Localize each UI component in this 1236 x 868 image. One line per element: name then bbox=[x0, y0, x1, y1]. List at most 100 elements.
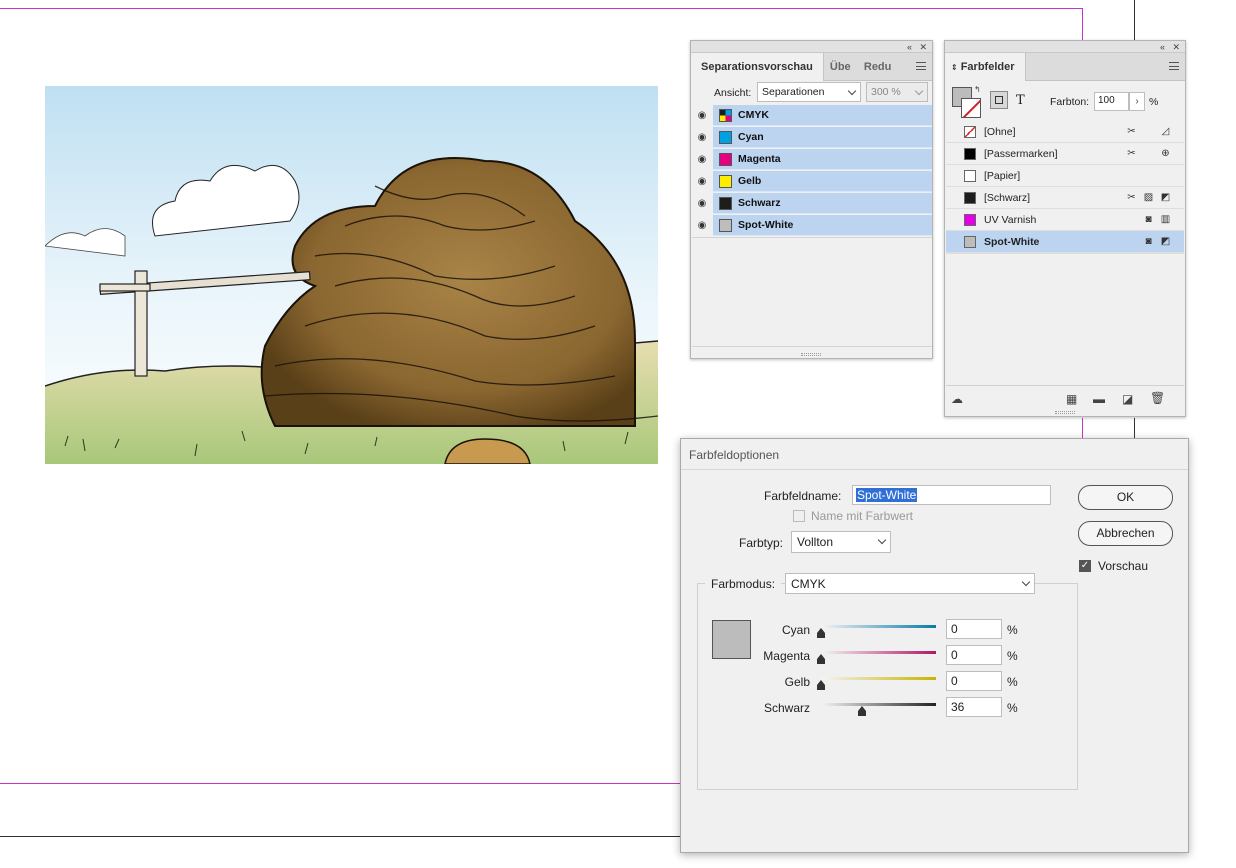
stroke-swatch[interactable] bbox=[961, 98, 981, 118]
preview-label: Vorschau bbox=[1098, 559, 1149, 573]
close-icon[interactable]: ✕ bbox=[919, 41, 927, 53]
channel-slider-thumb[interactable] bbox=[858, 706, 867, 716]
swap-icon[interactable]: ↰ bbox=[974, 85, 981, 94]
swatch-name-selected-text: Spot-White bbox=[856, 488, 918, 502]
separation-row[interactable]: ◉ CMYK bbox=[692, 105, 932, 127]
swatch-row[interactable]: [Papier] bbox=[946, 165, 1184, 187]
channel-slider-track[interactable] bbox=[821, 703, 936, 706]
swatch-row[interactable]: Spot-White ◙ ◩ bbox=[946, 231, 1184, 253]
tint-input[interactable]: 100 bbox=[1094, 92, 1129, 111]
channel-value-input[interactable]: 36 bbox=[946, 697, 1002, 717]
channel-label: Magenta bbox=[763, 649, 810, 663]
swatch-list-empty-area bbox=[946, 253, 1184, 386]
separation-cell: Spot-White bbox=[713, 215, 932, 236]
tint-stepper-button[interactable]: › bbox=[1129, 92, 1145, 111]
color-mode-select[interactable]: CMYK bbox=[785, 573, 1035, 594]
channel-value-input[interactable]: 0 bbox=[946, 619, 1002, 639]
panel-menu-icon[interactable] bbox=[916, 62, 926, 70]
separation-row[interactable]: ◉ Spot-White bbox=[692, 215, 932, 237]
new-swatch-icon[interactable]: ◪ bbox=[1122, 392, 1133, 406]
swatch-row[interactable]: [Passermarken] ✂ ⊕ bbox=[946, 143, 1184, 165]
separation-label: Gelb bbox=[738, 175, 762, 187]
separation-row[interactable]: ◉ Cyan bbox=[692, 127, 932, 149]
swatch-row[interactable]: [Ohne] ✂ ◿ bbox=[946, 121, 1184, 143]
channel-slider-track[interactable] bbox=[821, 677, 936, 680]
page-edge-right-lower bbox=[1134, 418, 1135, 440]
separation-cell: CMYK bbox=[713, 105, 932, 126]
format-container-icon[interactable] bbox=[990, 91, 1008, 109]
margin-guide-top bbox=[0, 8, 1083, 9]
color-type-select[interactable]: Vollton bbox=[791, 531, 891, 553]
separation-row[interactable]: ◉ Magenta bbox=[692, 149, 932, 171]
channel-unit: % bbox=[1007, 623, 1018, 637]
separation-color-chip bbox=[719, 197, 732, 210]
swatch-name-input[interactable]: Spot-White bbox=[852, 485, 1051, 505]
channel-slider-thumb[interactable] bbox=[817, 680, 825, 690]
separation-color-chip bbox=[719, 219, 732, 232]
panel-titlebar[interactable]: « ✕ bbox=[691, 41, 932, 53]
separation-label: Schwarz bbox=[738, 197, 781, 209]
panel-titlebar[interactable]: « ✕ bbox=[945, 41, 1185, 53]
channel-slider-thumb[interactable] bbox=[817, 628, 825, 638]
zoom-select[interactable]: 300 % bbox=[866, 82, 928, 102]
preview-checkbox[interactable]: ✓ bbox=[1079, 560, 1091, 572]
tab-separations-preview[interactable]: Separationsvorschau bbox=[691, 53, 824, 81]
page-edge-bottom bbox=[0, 836, 681, 837]
name-with-value-checkbox[interactable] bbox=[793, 510, 805, 522]
format-text-icon[interactable]: T bbox=[1016, 93, 1025, 108]
channel-slider-track[interactable] bbox=[821, 651, 936, 654]
swatch-label: [Papier] bbox=[984, 170, 1021, 182]
tab-overprint[interactable]: Übe bbox=[824, 53, 858, 81]
color-mode-group bbox=[697, 583, 1078, 790]
separation-label: Magenta bbox=[738, 153, 781, 165]
channel-value-input[interactable]: 0 bbox=[946, 671, 1002, 691]
tab-swatches[interactable]: ⇕ Farbfelder bbox=[945, 53, 1026, 81]
cloud-library-icon[interactable]: ☁ bbox=[951, 392, 963, 406]
not-editable-icon: ✂ bbox=[1127, 126, 1136, 137]
resize-grip[interactable] bbox=[801, 353, 821, 356]
chevron-down-icon bbox=[847, 86, 857, 96]
separation-row[interactable]: ◉ Schwarz bbox=[692, 193, 932, 215]
eye-icon[interactable]: ◉ bbox=[695, 176, 709, 188]
margin-guide-bottom bbox=[0, 783, 681, 784]
separation-color-chip bbox=[719, 175, 732, 188]
eye-icon[interactable]: ◉ bbox=[695, 110, 709, 122]
channel-value-input[interactable]: 0 bbox=[946, 645, 1002, 665]
swatch-row[interactable]: UV Varnish ◙ ▥ bbox=[946, 209, 1184, 231]
updown-icon: ⇕ bbox=[951, 63, 958, 72]
channel-slider-thumb[interactable] bbox=[817, 654, 825, 664]
eye-icon[interactable]: ◉ bbox=[695, 154, 709, 166]
collapse-icon[interactable]: « bbox=[1160, 41, 1165, 53]
swatch-row[interactable]: [Schwarz] ✂ ▨ ◩ bbox=[946, 187, 1184, 209]
cancel-button[interactable]: Abbrechen bbox=[1078, 521, 1173, 546]
new-color-group-icon[interactable]: ▬ bbox=[1093, 392, 1105, 406]
eye-icon[interactable]: ◉ bbox=[695, 198, 709, 210]
eye-icon[interactable]: ◉ bbox=[695, 220, 709, 232]
placed-illustration[interactable] bbox=[45, 86, 658, 464]
chevron-down-icon bbox=[914, 86, 924, 96]
swatches-tabbar: ⇕ Farbfelder bbox=[945, 53, 1185, 81]
page-edge-right bbox=[1134, 0, 1135, 40]
resize-grip[interactable] bbox=[1055, 411, 1075, 414]
delete-swatch-icon[interactable]: 🗑 bbox=[1150, 391, 1165, 405]
swatch-chip bbox=[964, 192, 976, 204]
swatch-name-label: Farbfeldname: bbox=[764, 489, 842, 503]
channel-unit: % bbox=[1007, 675, 1018, 689]
channel-unit: % bbox=[1007, 701, 1018, 715]
channel-slider-track[interactable] bbox=[821, 625, 936, 628]
eye-icon[interactable]: ◉ bbox=[695, 132, 709, 144]
ok-button[interactable]: OK bbox=[1078, 485, 1173, 510]
close-icon[interactable]: ✕ bbox=[1172, 41, 1180, 53]
swatches-panel: « ✕ ⇕ Farbfelder ↰ T Farbton: 100 › % [Oh… bbox=[944, 40, 1186, 417]
channel-label: Gelb bbox=[784, 675, 810, 689]
separation-row[interactable]: ◉ Gelb bbox=[692, 171, 932, 193]
panel-menu-icon[interactable] bbox=[1169, 62, 1179, 70]
view-select[interactable]: Separationen bbox=[757, 82, 861, 102]
chevron-down-icon bbox=[1021, 577, 1031, 587]
separation-label: Cyan bbox=[738, 131, 764, 143]
spot-color-icon: ◙ bbox=[1145, 214, 1152, 225]
show-swatch-kinds-icon[interactable]: ▦ bbox=[1066, 392, 1077, 406]
tab-flattener[interactable]: Redu bbox=[858, 53, 892, 81]
channel-label: Cyan bbox=[781, 623, 810, 637]
collapse-icon[interactable]: « bbox=[907, 41, 912, 53]
